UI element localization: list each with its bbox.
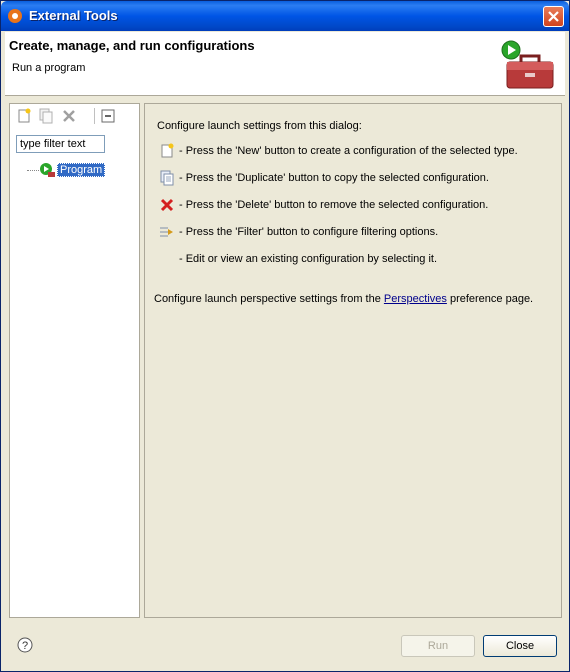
filter-input[interactable]	[16, 135, 105, 153]
toolbar-separator	[94, 108, 95, 124]
window-title: External Tools	[29, 8, 118, 23]
hint-duplicate-text: - Press the 'Duplicate' button to copy t…	[179, 172, 489, 184]
header-banner: Create, manage, and run configurations R…	[5, 32, 565, 96]
title-bar[interactable]: External Tools	[1, 1, 569, 31]
configuration-info-pane: Configure launch settings from this dial…	[144, 103, 562, 618]
hint-filter-text: - Press the 'Filter' button to configure…	[179, 226, 439, 238]
duplicate-icon	[160, 170, 174, 186]
tree-item-label: Program	[57, 163, 106, 177]
duplicate-config-icon[interactable]	[38, 108, 54, 124]
perspectives-link[interactable]: Perspectives	[384, 293, 447, 305]
configuration-tree-pane: Program	[9, 103, 140, 618]
hint-new-text: - Press the 'New' button to create a con…	[179, 145, 518, 157]
collapse-all-icon[interactable]	[100, 108, 116, 124]
run-button[interactable]: Run	[401, 635, 475, 657]
tree-connector	[27, 170, 39, 171]
delete-icon	[160, 198, 174, 212]
hint-delete-text: - Press the 'Delete' button to remove th…	[179, 199, 489, 211]
page-subtitle: Run a program	[12, 62, 86, 74]
new-config-icon[interactable]	[16, 108, 32, 124]
close-icon	[548, 11, 559, 22]
perspectives-text: Configure launch perspective settings fr…	[154, 293, 533, 305]
intro-text: Configure launch settings from this dial…	[157, 120, 362, 132]
help-icon[interactable]: ?	[17, 637, 33, 653]
perspectives-prefix: Configure launch perspective settings fr…	[154, 293, 384, 305]
eclipse-gear-icon	[8, 9, 22, 23]
new-icon	[161, 143, 174, 158]
page-title: Create, manage, and run configurations	[9, 38, 255, 53]
program-launch-icon	[40, 163, 55, 177]
close-button[interactable]: Close	[483, 635, 557, 657]
svg-text:?: ?	[22, 640, 28, 652]
external-tools-dialog: External Tools Create, manage, and run c…	[0, 0, 570, 672]
toolbox-icon	[501, 40, 554, 89]
hint-edit-text: - Edit or view an existing configuration…	[179, 253, 438, 265]
filter-icon	[160, 227, 173, 237]
perspectives-suffix: preference page.	[446, 293, 534, 305]
config-toolbar	[10, 104, 139, 128]
delete-config-icon[interactable]	[61, 108, 77, 124]
window-close-button[interactable]	[543, 6, 564, 27]
